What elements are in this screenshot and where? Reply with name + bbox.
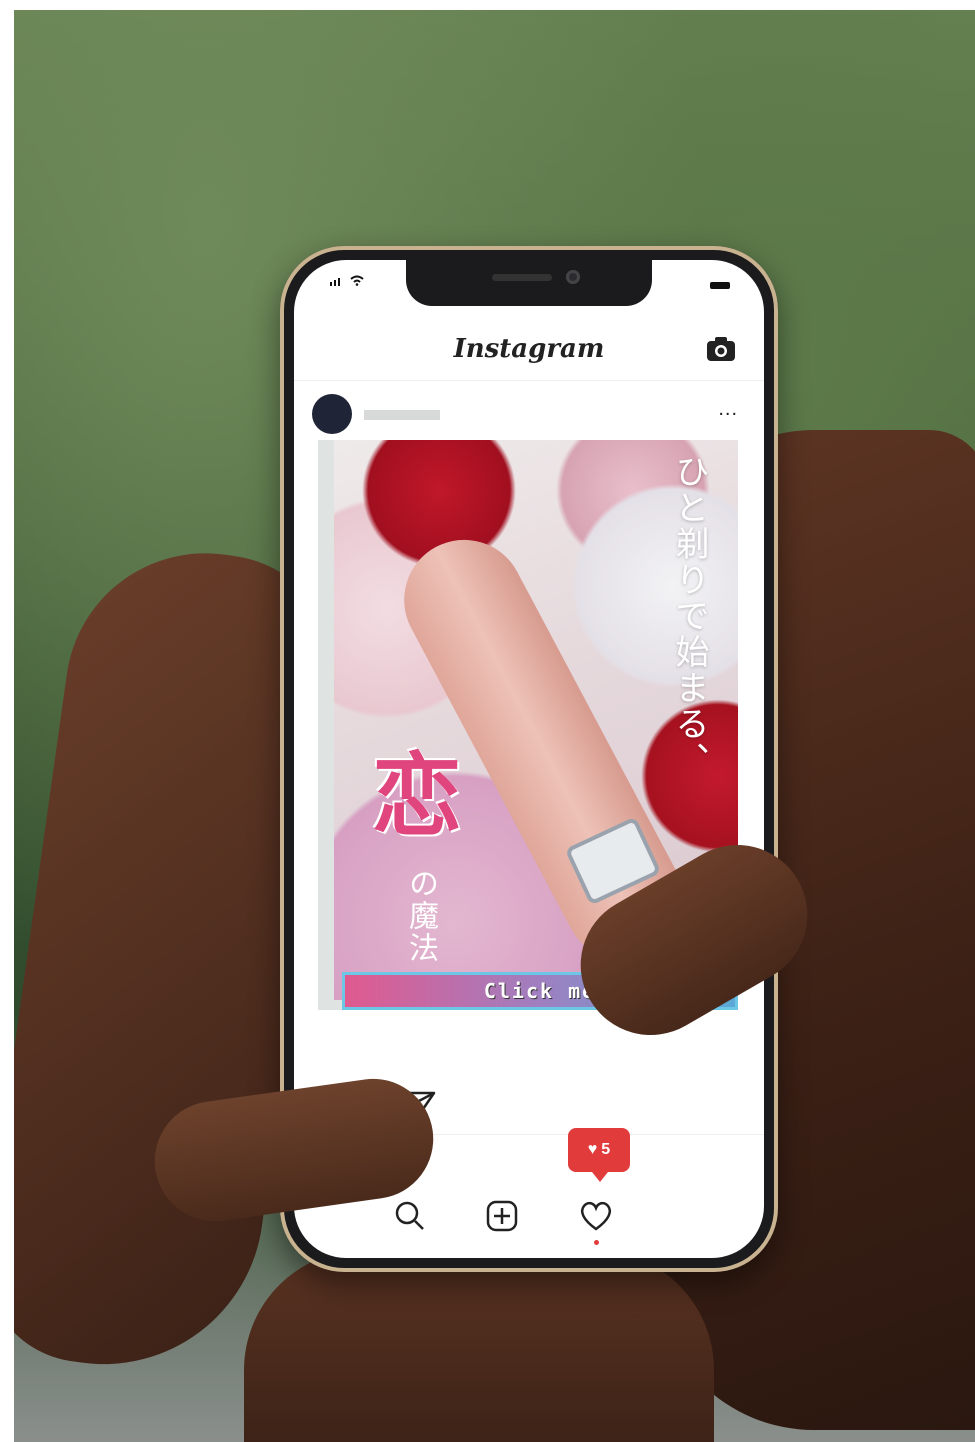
background-photo: Instagram ... ひと剃りで始まる、 恋 の魔法 Click me ♥… <box>14 10 975 1442</box>
wifi-icon <box>350 275 364 286</box>
heart-icon: ♥ <box>587 1141 598 1158</box>
search-icon[interactable] <box>390 1196 430 1236</box>
like-notification-badge[interactable]: ♥ 5 <box>568 1128 630 1182</box>
username-placeholder[interactable] <box>364 410 440 420</box>
camera-icon[interactable] <box>706 336 736 362</box>
post-header: ... <box>294 386 764 436</box>
likes-count: 5 <box>601 1141 611 1158</box>
palm <box>244 1250 714 1442</box>
post-headline-suffix: の魔法 <box>403 868 438 964</box>
notification-dot <box>594 1240 599 1245</box>
battery-icon <box>710 282 730 289</box>
post-tagline: ひと剃りで始まる、 <box>669 454 709 778</box>
more-options-icon[interactable]: ... <box>718 398 738 421</box>
avatar[interactable] <box>312 394 352 434</box>
heart-icon[interactable] <box>576 1196 616 1236</box>
app-logo: Instagram <box>453 334 605 364</box>
bottom-navigation <box>294 1196 764 1252</box>
status-bar <box>294 274 764 296</box>
post-headline-char: 恋 <box>372 744 462 849</box>
add-icon[interactable] <box>482 1196 522 1236</box>
signal-icon <box>330 278 340 286</box>
app-header: Instagram <box>294 330 764 381</box>
